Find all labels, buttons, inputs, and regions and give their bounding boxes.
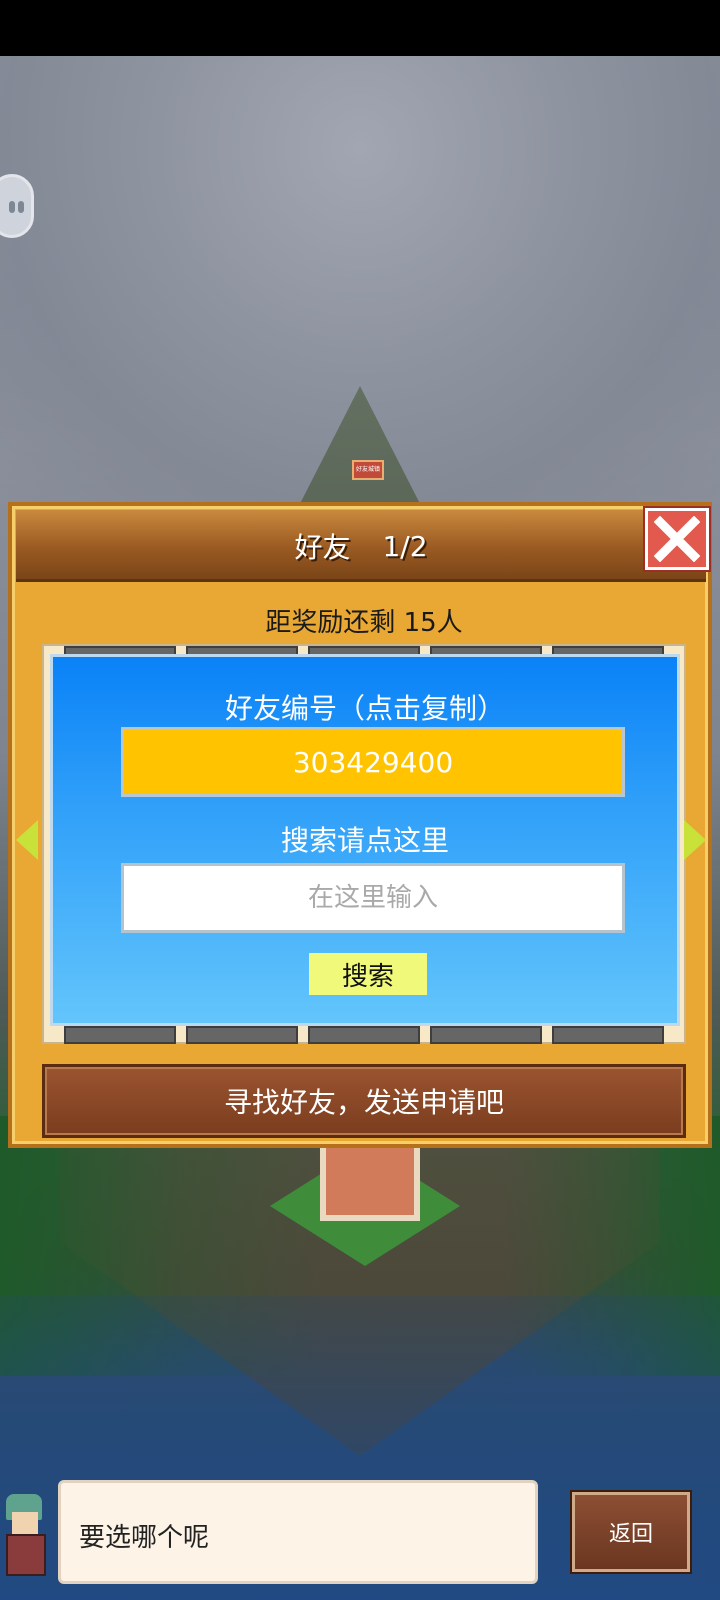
search-label: 搜索请点这里 — [280, 824, 449, 857]
slot — [64, 1026, 176, 1044]
friend-id-label: 好友编号（点击复制） — [224, 692, 505, 725]
slot — [552, 1026, 664, 1044]
slot-row-bottom — [64, 1026, 664, 1044]
close-button[interactable] — [645, 508, 709, 570]
page-indicator: 1/2 — [382, 529, 428, 563]
friend-card-frame: 好友编号（点击复制） 303429400 搜索请点这里 搜索 — [42, 644, 686, 1044]
panel-title-text: 好友 — [294, 531, 351, 564]
panel-title: 好友 1/2 — [16, 510, 706, 582]
friend-search-card: 好友编号（点击复制） 303429400 搜索请点这里 搜索 — [50, 654, 680, 1026]
back-button[interactable]: 返回 — [572, 1492, 690, 1572]
avatar-body — [6, 1534, 46, 1576]
advisor-avatar — [0, 1482, 54, 1586]
house-building — [320, 1141, 420, 1221]
map-sign: 好友城镇 — [352, 460, 384, 480]
friends-panel: 好友 1/2 距奖励还剩 15人 好友编号（点击复制） 303429400 搜索… — [8, 502, 712, 1148]
next-page-arrow-icon[interactable] — [684, 820, 706, 860]
avatar-face — [12, 1512, 38, 1534]
floating-assistant-button[interactable] — [0, 174, 34, 238]
friend-id-copy-button[interactable]: 303429400 — [121, 727, 625, 797]
search-button[interactable]: 搜索 — [309, 953, 427, 995]
reward-remaining-text: 距奖励还剩 15人 — [265, 608, 463, 638]
slot — [430, 1026, 542, 1044]
find-friends-button[interactable]: 寻找好友，发送申请吧 — [42, 1064, 686, 1138]
advisor-dialog: 要选哪个呢 — [58, 1480, 538, 1584]
search-input[interactable] — [121, 863, 625, 933]
dialog-text: 要选哪个呢 — [79, 1523, 210, 1553]
panel-header: 好友 1/2 — [16, 510, 706, 582]
slot — [186, 1026, 298, 1044]
slot — [308, 1026, 420, 1044]
close-icon — [654, 516, 700, 562]
prev-page-arrow-icon[interactable] — [16, 820, 38, 860]
status-bar — [0, 0, 720, 56]
